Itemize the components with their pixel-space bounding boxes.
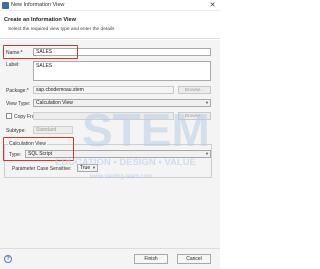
finish-button[interactable]: Finish	[134, 254, 168, 264]
parameter-case-sensitive-label: Parameter Case Sensitive:	[12, 166, 72, 172]
cancel-button[interactable]: Cancel	[177, 254, 211, 264]
label-field[interactable]: SALES	[33, 61, 211, 81]
view-type-label: View Type:	[6, 101, 31, 107]
app-icon	[2, 2, 9, 9]
package-field: sap.cbodemoau.stem	[33, 86, 174, 94]
subtype-field: Standard	[33, 126, 73, 134]
copy-from-checkbox[interactable]	[6, 113, 12, 119]
window-title: New Information View	[11, 2, 65, 8]
chevron-down-icon: ▼	[205, 151, 209, 156]
parameter-case-sensitive-value: True	[80, 165, 91, 171]
close-icon[interactable]: ✕	[205, 0, 220, 11]
chevron-down-icon: ▼	[92, 165, 96, 170]
copy-from-browse-button[interactable]: Browse...	[178, 112, 211, 120]
package-browse-button[interactable]: Browse...	[178, 86, 211, 94]
name-highlight	[3, 45, 78, 59]
title-bar: New Information View ✕	[0, 0, 220, 11]
help-icon[interactable]: ?	[4, 255, 12, 263]
subtype-label: Subtype:	[6, 128, 26, 134]
parameter-case-sensitive-select[interactable]: True ▼	[77, 164, 98, 172]
dialog-footer: ? Finish Cancel	[0, 248, 220, 269]
dialog-title: Create an Information View	[4, 17, 77, 23]
view-type-value: Calculation View	[36, 100, 73, 106]
label-label: Label:	[6, 62, 20, 68]
view-type-select[interactable]: Calculation View ▼	[33, 99, 211, 107]
dialog-body: Name:* SALES Label: SALES Package:* sap.…	[0, 40, 220, 248]
dialog-description: Select the required view type and enter …	[8, 27, 115, 32]
copy-from-field	[33, 112, 174, 120]
chevron-down-icon: ▼	[205, 100, 209, 105]
dialog-header: Create an Information View Select the re…	[0, 11, 220, 39]
package-label: Package:*	[6, 88, 29, 94]
type-highlight	[3, 137, 74, 161]
